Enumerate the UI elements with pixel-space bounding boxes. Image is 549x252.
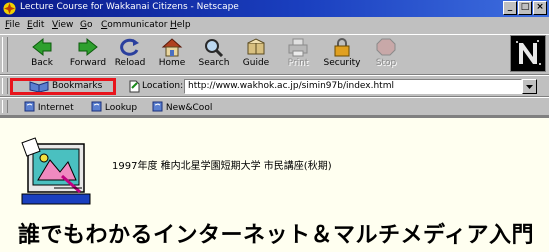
- personal-link-lookup[interactable]: Lookup: [91, 101, 137, 113]
- minimize-button[interactable]: _: [503, 1, 517, 15]
- reload-icon: [120, 38, 139, 56]
- url-input[interactable]: http://www.wakhok.ac.jp/simin97b/index.h…: [184, 79, 522, 94]
- close-button[interactable]: ×: [533, 1, 547, 15]
- course-subtitle: 1997年度 稚内北星学園短期大学 市民講座(秋期): [112, 161, 332, 172]
- back-button[interactable]: Back: [20, 37, 64, 73]
- window-title: Lecture Course for Wakkanai Citizens - N…: [20, 2, 239, 12]
- navigation-toolbar: Back Forward Reload Home Search Guide Pr…: [0, 34, 549, 75]
- menu-file[interactable]: File: [5, 20, 20, 30]
- reload-label: Reload: [114, 58, 146, 68]
- personal-link-new-cool-label: New&Cool: [165, 103, 213, 113]
- bookmark-folder-icon: [152, 101, 163, 112]
- bookmarks-highlight-box: [10, 78, 116, 95]
- course-title: 誰でもわかるインターネット＆マルチメディア入門: [18, 223, 534, 248]
- menu-communicator[interactable]: Communicator: [101, 20, 167, 30]
- bookmark-folder-icon: [24, 101, 35, 112]
- menu-file-label: ile: [9, 20, 21, 30]
- guide-label: Guide: [242, 58, 270, 68]
- page-content: 1997年度 稚内北星学園短期大学 市民講座(秋期) 誰でもわかるインターネット…: [0, 116, 549, 252]
- home-icon: [161, 38, 183, 57]
- reload-button[interactable]: Reload: [108, 37, 152, 73]
- home-button[interactable]: Home: [150, 37, 194, 73]
- security-button[interactable]: Security: [320, 37, 364, 73]
- home-label: Home: [158, 58, 186, 68]
- menu-edit-label: dit: [32, 20, 45, 30]
- menu-go[interactable]: Go: [80, 20, 93, 30]
- location-toolbar-grip[interactable]: [2, 78, 8, 94]
- personal-link-internet-label: Internet: [37, 103, 74, 113]
- menu-help[interactable]: Help: [170, 20, 191, 30]
- back-label: Back: [31, 58, 53, 68]
- menu-communicator-label: ommunicator: [107, 20, 168, 30]
- stop-label: Stop: [375, 58, 397, 68]
- search-icon: [205, 39, 224, 57]
- printer-icon: [288, 38, 308, 57]
- guide-icon: [247, 38, 265, 55]
- print-label: Print: [287, 58, 309, 68]
- menu-edit[interactable]: Edit: [27, 20, 44, 30]
- bookmark-folder-icon: [91, 101, 102, 112]
- forward-label: Forward: [69, 58, 107, 68]
- menu-view[interactable]: View: [52, 20, 73, 30]
- menu-go-accelerator: G: [80, 20, 87, 30]
- print-button[interactable]: Print: [276, 37, 320, 73]
- menu-go-label: o: [86, 20, 93, 30]
- location-page-icon[interactable]: [129, 80, 140, 93]
- menu-help-accelerator: H: [170, 20, 177, 30]
- bookmarks-button[interactable]: Bookmarks: [10, 78, 116, 95]
- title-bar: Lecture Course for Wakkanai Citizens - N…: [0, 0, 549, 17]
- forward-arrow-icon: [78, 37, 98, 57]
- netscape-app-icon: [3, 2, 16, 15]
- personal-toolbar: Internet Lookup New&Cool: [0, 97, 549, 116]
- personal-link-lookup-label: Lookup: [104, 103, 138, 113]
- lock-icon: [334, 38, 350, 57]
- chevron-down-icon: [526, 85, 533, 89]
- netscape-logo[interactable]: [510, 35, 546, 72]
- guide-button[interactable]: Guide: [234, 37, 278, 73]
- forward-button[interactable]: Forward: [66, 37, 110, 73]
- url-dropdown-button[interactable]: [522, 79, 537, 94]
- computer-illustration: [21, 137, 91, 205]
- personal-toolbar-grip[interactable]: [2, 100, 8, 113]
- menu-view-label: iew: [57, 20, 74, 30]
- personal-link-new-cool[interactable]: New&Cool: [152, 101, 212, 113]
- back-arrow-icon: [32, 37, 52, 57]
- search-label: Search: [198, 58, 230, 68]
- stop-button[interactable]: Stop: [364, 37, 408, 73]
- toolbar-grip[interactable]: [2, 37, 8, 72]
- location-label: Location:: [142, 81, 184, 91]
- netscape-n-icon: [516, 40, 541, 65]
- location-toolbar: Bookmarks Location: http://www.wakhok.ac…: [0, 75, 549, 97]
- menu-help-label: elp: [176, 20, 191, 30]
- stop-icon: [376, 38, 396, 56]
- menu-bar: File Edit View Go Communicator Help: [0, 17, 549, 34]
- search-button[interactable]: Search: [192, 37, 236, 73]
- personal-link-internet[interactable]: Internet: [24, 101, 74, 113]
- security-label: Security: [323, 58, 361, 68]
- maximize-button[interactable]: □: [518, 1, 532, 15]
